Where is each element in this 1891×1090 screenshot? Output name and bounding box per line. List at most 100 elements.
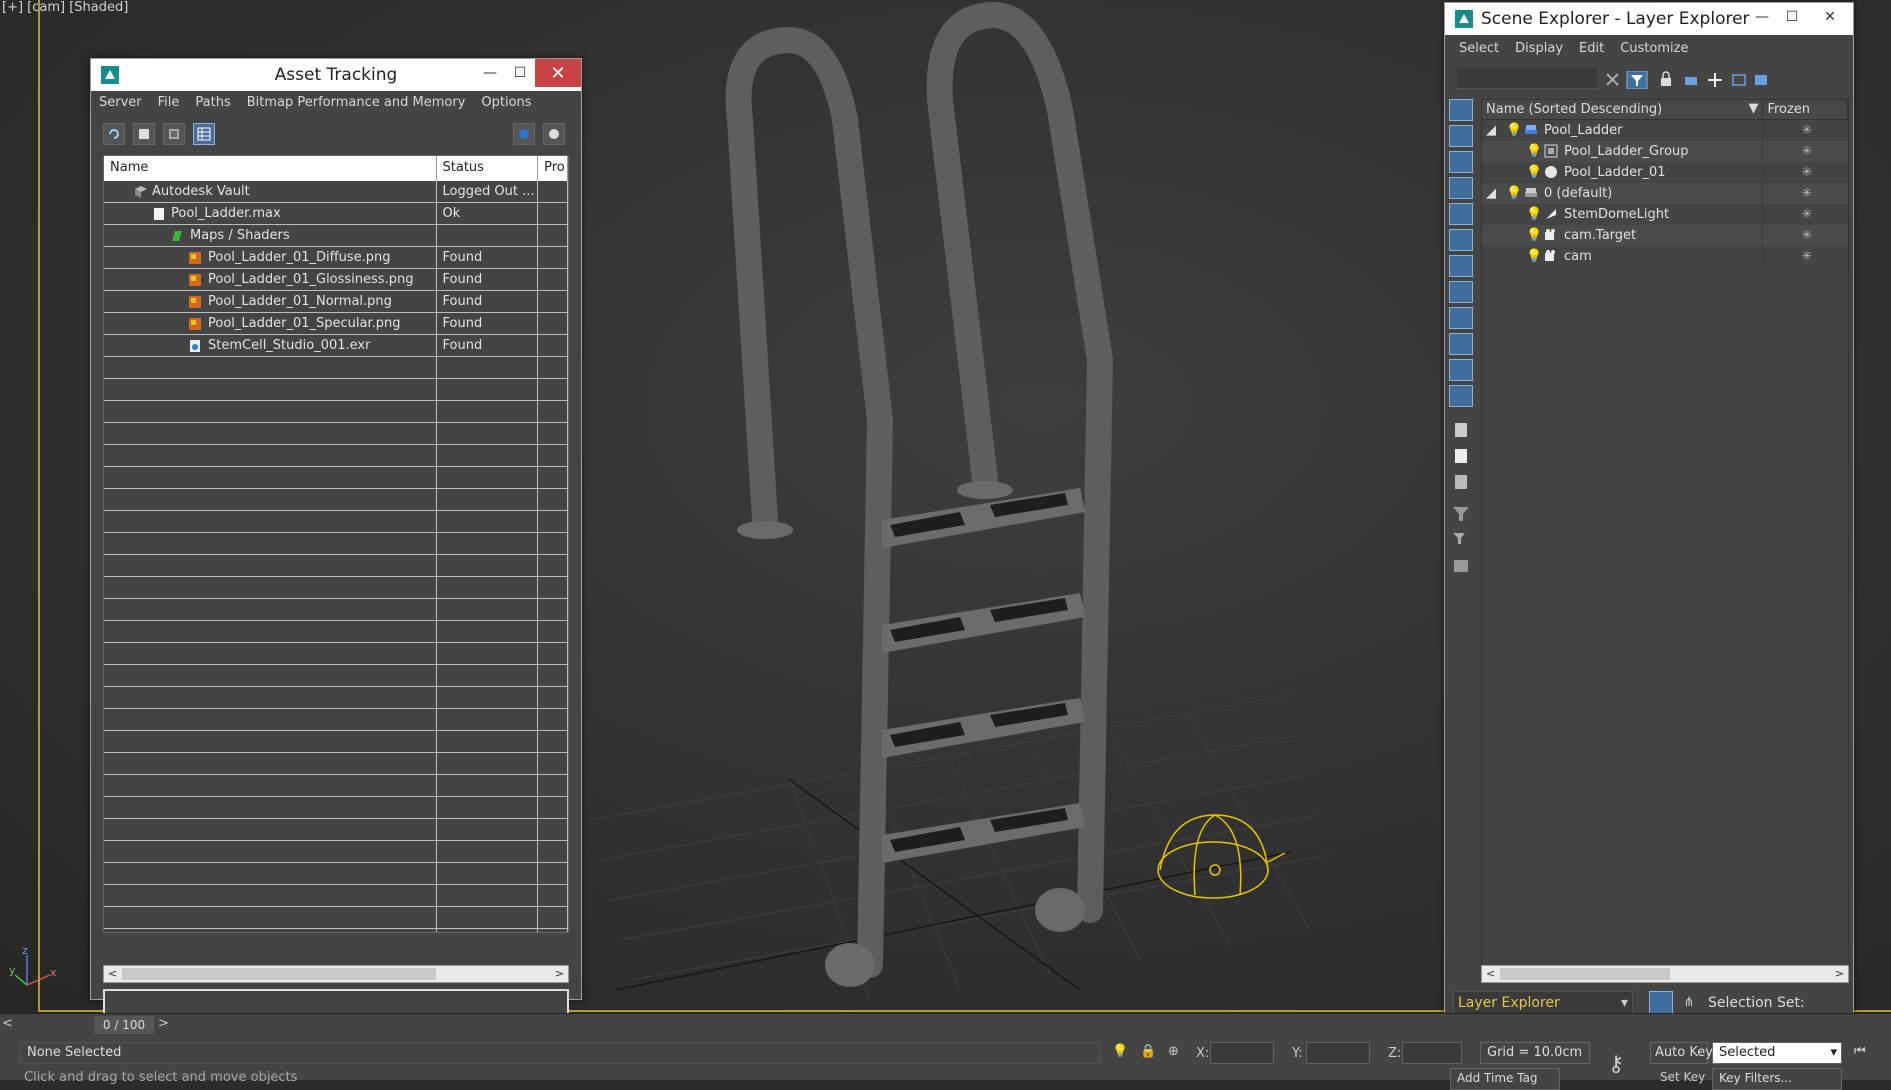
display-cameras-icon[interactable] (1449, 177, 1473, 199)
expand-arrow-icon[interactable]: ◢ (1486, 123, 1496, 138)
frozen-icon[interactable]: ✳ (1801, 228, 1812, 243)
filter-icon[interactable] (1626, 71, 1648, 89)
scroll-left-arrow-icon[interactable]: < (108, 967, 117, 980)
scene-explorer-window[interactable]: Scene Explorer - Layer Explorer — ☐ ✕ Se… (1444, 2, 1854, 1024)
table-row[interactable]: Pool_Ladder_01_Diffuse.png Found (104, 247, 568, 269)
key-mode-dropdown[interactable]: Selected ▾ (1712, 1042, 1842, 1064)
lock-icon[interactable] (1661, 71, 1671, 86)
thumbnail-view-icon[interactable] (163, 123, 185, 145)
tree-row[interactable]: 💡 cam ✳ (1482, 246, 1848, 267)
display-shapes-icon[interactable] (1449, 125, 1473, 147)
scroll-thumb[interactable] (122, 968, 436, 980)
absolute-mode-icon[interactable]: ⊕ (1168, 1044, 1179, 1059)
help-settings-icon[interactable] (543, 123, 565, 145)
lock-selection-icon[interactable]: 🔒 (1140, 1044, 1156, 1059)
scroll-thumb[interactable] (1500, 968, 1670, 980)
display-bones-icon[interactable] (1449, 307, 1473, 329)
dome-light-gizmo[interactable] (1157, 814, 1286, 899)
clear-search-icon[interactable] (1606, 73, 1619, 86)
select-in-layer-icon[interactable] (1732, 74, 1746, 86)
menu-options[interactable]: Options (473, 95, 539, 110)
sort-descending-icon[interactable]: ▼ (1748, 101, 1758, 116)
bulb-icon[interactable]: 💡 (1526, 165, 1542, 180)
table-row[interactable]: Maps / Shaders (104, 225, 568, 247)
viewport-label[interactable]: [+] [cam] [Shaded] (2, 0, 128, 15)
search-input[interactable] (1457, 67, 1597, 89)
bulb-icon[interactable]: 💡 (1526, 228, 1542, 243)
filter-funnel-icon[interactable] (1449, 503, 1473, 525)
add-layer-icon[interactable] (1708, 73, 1722, 87)
minimize-button[interactable]: — (475, 59, 505, 87)
tree-row[interactable]: 💡 Pool_Ladder_01 ✳ (1482, 162, 1848, 183)
table-view-icon[interactable] (193, 123, 215, 145)
isolate-icon[interactable]: 💡 (1112, 1044, 1128, 1059)
bulb-icon[interactable]: 💡 (1526, 207, 1542, 222)
menu-edit[interactable]: Edit (1571, 41, 1612, 56)
add-time-tag[interactable]: Add Time Tag (1450, 1068, 1560, 1090)
y-coordinate-field[interactable] (1306, 1042, 1370, 1064)
filter-bar-icon[interactable] (1449, 555, 1473, 577)
tree-row[interactable]: 💡 cam.Target ✳ (1482, 225, 1848, 246)
display-geometry-icon[interactable] (1449, 99, 1473, 121)
scene-tree[interactable]: Name (Sorted Descending) ▼ Frozen ◢ 💡 Pool_… (1481, 99, 1849, 979)
col-name-header[interactable]: Name (Sorted Descending) ▼ (1482, 100, 1764, 119)
menu-select[interactable]: Select (1451, 41, 1507, 56)
tree-row[interactable]: 💡 Pool_Ladder_Group ✳ (1482, 141, 1848, 162)
time-next-icon[interactable]: > (158, 1016, 169, 1031)
bulb-icon[interactable]: 💡 (1526, 249, 1542, 264)
bulb-icon[interactable]: 💡 (1526, 144, 1542, 159)
table-row[interactable]: StemCell_Studio_001.exr Found (104, 335, 568, 357)
go-to-start-icon[interactable]: ⏮ (1854, 1044, 1866, 1059)
display-all-icon[interactable] (1449, 419, 1473, 441)
frozen-icon[interactable]: ✳ (1801, 144, 1812, 159)
layer-mode-icon[interactable] (1649, 991, 1673, 1015)
maximize-button[interactable]: ☐ (505, 59, 535, 87)
scroll-right-arrow-icon[interactable]: > (555, 967, 564, 980)
asset-tracking-titlebar[interactable]: Asset Tracking — ☐ ✕ (91, 59, 581, 91)
display-xrefs-icon[interactable] (1449, 281, 1473, 303)
frozen-icon[interactable]: ✳ (1801, 165, 1812, 180)
tree-row[interactable]: ◢ 💡 Pool_Ladder ✳ (1482, 120, 1848, 141)
time-slider[interactable]: 0 / 100 (94, 1016, 154, 1034)
display-none-icon[interactable] (1449, 445, 1473, 467)
asset-horizontal-scrollbar[interactable]: < > (103, 965, 569, 983)
key-icon[interactable]: ⚷ (1608, 1052, 1624, 1077)
bulb-icon[interactable]: 💡 (1506, 123, 1522, 138)
auto-key-button[interactable]: Auto Key (1650, 1042, 1713, 1064)
z-coordinate-field[interactable] (1402, 1042, 1462, 1064)
menu-display[interactable]: Display (1507, 41, 1571, 56)
display-containers-icon[interactable] (1449, 333, 1473, 355)
col-frozen-header[interactable]: Frozen (1763, 100, 1848, 119)
table-row[interactable]: Pool_Ladder_01_Glossiness.png Found (104, 269, 568, 291)
col-name-header[interactable]: Name (104, 156, 437, 181)
filter-options-icon[interactable] (1449, 529, 1473, 551)
display-hidden-icon[interactable] (1449, 385, 1473, 407)
close-button[interactable]: ✕ (1807, 3, 1853, 31)
frozen-icon[interactable]: ✳ (1801, 207, 1812, 222)
set-key-button[interactable]: Set Key (1660, 1070, 1705, 1084)
frozen-icon[interactable]: ✳ (1801, 123, 1812, 138)
frozen-icon[interactable]: ✳ (1801, 249, 1812, 264)
close-button[interactable]: ✕ (535, 59, 581, 87)
menu-paths[interactable]: Paths (187, 95, 238, 110)
frozen-icon[interactable]: ✳ (1801, 186, 1812, 201)
expand-arrow-icon[interactable]: ◢ (1486, 186, 1496, 201)
display-spacewarps-icon[interactable] (1449, 229, 1473, 251)
menu-file[interactable]: File (150, 95, 188, 110)
key-filters-button[interactable]: Key Filters... (1712, 1068, 1842, 1090)
x-coordinate-field[interactable] (1210, 1042, 1274, 1064)
asset-path-field[interactable] (103, 989, 569, 1015)
list-view-icon[interactable] (133, 123, 155, 145)
menu-bitmap-performance[interactable]: Bitmap Performance and Memory (239, 95, 474, 110)
refresh-icon[interactable] (103, 123, 125, 145)
scene-explorer-titlebar[interactable]: Scene Explorer - Layer Explorer — ☐ ✕ (1445, 3, 1853, 35)
tree-row[interactable]: ◢ 💡 0 (default) ✳ (1482, 183, 1848, 204)
minimize-button[interactable]: — (1747, 3, 1777, 31)
menu-customize[interactable]: Customize (1612, 41, 1696, 56)
layers-icon[interactable] (1685, 77, 1697, 85)
col-status-header[interactable]: Status (437, 156, 539, 181)
col-pro-header[interactable]: Pro (538, 156, 568, 181)
asset-table[interactable]: Name Status Pro Autodesk Vault Logged Ou… (103, 155, 569, 933)
hierarchy-mode-icon[interactable]: ⋔ (1677, 991, 1701, 1015)
scroll-left-arrow-icon[interactable]: < (1486, 967, 1495, 980)
